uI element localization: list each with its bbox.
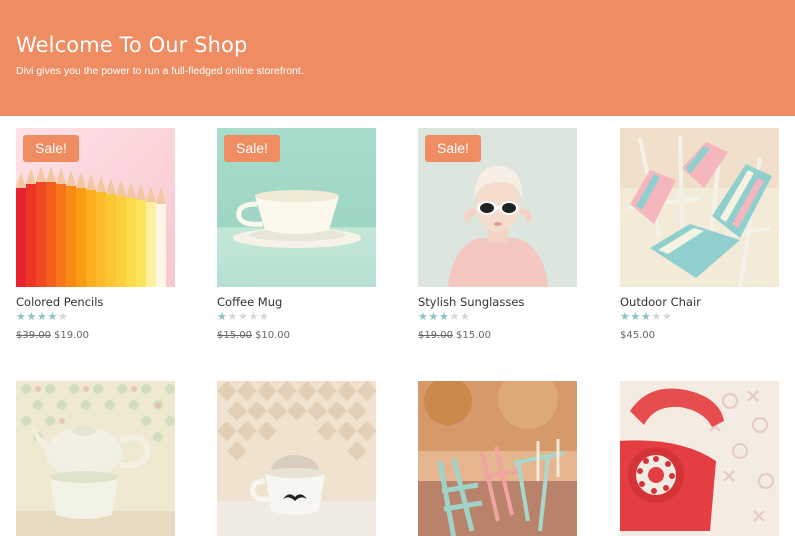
star-empty-icon: ★	[449, 310, 460, 323]
product-name[interactable]: Colored Pencils	[16, 295, 103, 309]
star-empty-icon: ★	[259, 310, 269, 323]
product-card-mustache-mug	[217, 381, 376, 536]
product-image-teapot[interactable]	[16, 381, 175, 536]
star-filled-icon: ★	[630, 310, 641, 323]
regular-price: $45.00	[620, 330, 655, 341]
star-empty-icon: ★	[460, 310, 470, 323]
star-filled-icon: ★	[439, 310, 449, 323]
rating-stars: ★ ★ ★ ★ ★	[418, 310, 478, 324]
star-empty-icon: ★	[662, 310, 672, 323]
sale-price: $19.00	[54, 330, 89, 341]
sale-badge: Sale!	[23, 135, 79, 162]
product-price: $39.00 $19.00	[16, 330, 89, 341]
red-telephone-image	[620, 381, 779, 536]
star-empty-icon: ★	[248, 310, 259, 323]
product-image-red-telephone[interactable]	[620, 381, 779, 536]
star-empty-icon: ★	[238, 310, 248, 323]
product-image-stylish-sunglasses[interactable]: Sale!	[418, 128, 577, 287]
page-title: Welcome To Our Shop	[16, 33, 248, 57]
product-card-colored-pencils: Sale! Colored Pencils ★ ★ ★ ★ ★ $39.00 $19.00	[16, 128, 175, 348]
product-name[interactable]: Coffee Mug	[217, 295, 282, 309]
original-price: $19.00	[418, 330, 453, 341]
product-card-stylish-sunglasses: Sale! Stylish Sunglasses ★ ★ ★ ★ ★ $19.00 $15…	[418, 128, 577, 348]
star-filled-icon: ★	[26, 310, 37, 323]
original-price: $39.00	[16, 330, 51, 341]
rating-stars: ★ ★ ★ ★ ★	[620, 310, 680, 324]
product-card-red-telephone	[620, 381, 779, 536]
star-empty-icon: ★	[651, 310, 662, 323]
star-empty-icon: ★	[227, 310, 238, 323]
sale-price: $10.00	[255, 330, 290, 341]
product-image-colored-pencils[interactable]: Sale!	[16, 128, 175, 287]
sale-badge: Sale!	[224, 135, 280, 162]
star-filled-icon: ★	[418, 310, 428, 323]
sale-badge: Sale!	[425, 135, 481, 162]
page-subtitle: Divi gives you the power to run a full-f…	[16, 65, 304, 77]
star-filled-icon: ★	[641, 310, 651, 323]
product-name[interactable]: Outdoor Chair	[620, 295, 701, 309]
star-empty-icon: ★	[58, 310, 68, 323]
product-card-cafe-chairs	[418, 381, 577, 536]
star-filled-icon: ★	[620, 310, 630, 323]
product-price: $19.00 $15.00	[418, 330, 491, 341]
star-filled-icon: ★	[47, 310, 58, 323]
teapot-cup-image	[16, 381, 175, 536]
shop-header-banner: Welcome To Our Shop Divi gives you the p…	[0, 0, 795, 116]
product-image-mustache-mug[interactable]	[217, 381, 376, 536]
outdoor-chairs-image	[620, 128, 779, 287]
product-card-teapot	[16, 381, 175, 536]
product-image-cafe-chairs[interactable]	[418, 381, 577, 536]
star-filled-icon: ★	[217, 310, 227, 323]
product-name[interactable]: Stylish Sunglasses	[418, 295, 524, 309]
product-card-coffee-mug: Sale! Coffee Mug ★ ★ ★ ★ ★ $15.00 $10.00	[217, 128, 376, 348]
original-price: $15.00	[217, 330, 252, 341]
product-image-coffee-mug[interactable]: Sale!	[217, 128, 376, 287]
product-image-outdoor-chair[interactable]	[620, 128, 779, 287]
star-filled-icon: ★	[16, 310, 26, 323]
product-card-outdoor-chair: Outdoor Chair ★ ★ ★ ★ ★ $45.00	[620, 128, 779, 348]
star-filled-icon: ★	[37, 310, 47, 323]
star-filled-icon: ★	[428, 310, 439, 323]
product-price: $45.00	[620, 330, 655, 341]
sale-price: $15.00	[456, 330, 491, 341]
mustache-mug-image	[217, 381, 376, 536]
rating-stars: ★ ★ ★ ★ ★	[217, 310, 277, 324]
cafe-chairs-image	[418, 381, 577, 536]
product-price: $15.00 $10.00	[217, 330, 290, 341]
rating-stars: ★ ★ ★ ★ ★	[16, 310, 76, 324]
